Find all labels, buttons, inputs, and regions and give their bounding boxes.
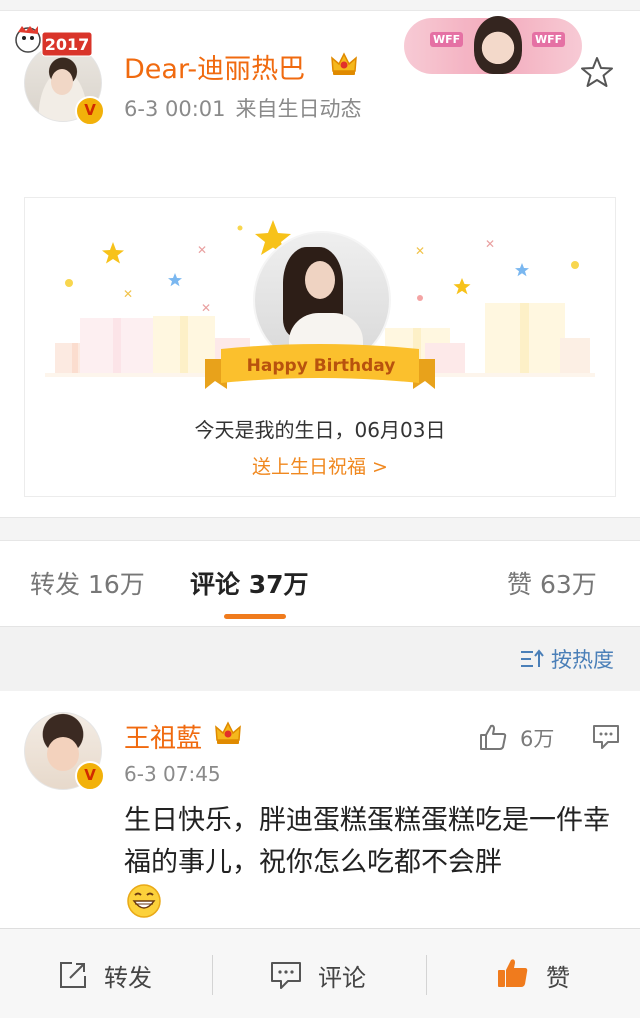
star-outline-icon[interactable] xyxy=(580,55,614,89)
tab-comment[interactable]: 评论 37万 xyxy=(190,565,309,601)
crown-vip-icon[interactable] xyxy=(214,720,242,746)
thumb-up-icon[interactable] xyxy=(478,722,508,752)
comment-bubble-icon[interactable] xyxy=(592,724,620,750)
like-button[interactable]: 赞 xyxy=(546,958,570,993)
fan-badge-portrait xyxy=(474,16,522,74)
svg-text:✕: ✕ xyxy=(201,301,211,315)
post-source: 来自生日动态 xyxy=(235,97,362,121)
comment-verified-badge: V xyxy=(75,761,105,791)
svg-text:✕: ✕ xyxy=(415,244,425,258)
fan-badge-label-left: WFF xyxy=(430,32,464,47)
fan-badge[interactable]: WFF WFF xyxy=(404,16,582,74)
birthday-card[interactable]: ✕ ✕ ✕ ✕ ✕ Happy Birthday 今天是我的生日，06月03日 … xyxy=(24,197,616,497)
top-divider xyxy=(0,0,640,11)
post-time: 6-3 00:01 xyxy=(124,97,226,121)
sort-by-heat-button[interactable]: 按热度 xyxy=(520,644,614,674)
year-badge-text: 2017 xyxy=(45,35,90,54)
thumb-up-icon[interactable] xyxy=(496,956,530,990)
bottom-divider xyxy=(426,955,427,995)
svg-text:✕: ✕ xyxy=(485,237,495,251)
comment-time: 6-3 07:45 xyxy=(124,762,221,786)
svg-text:✕: ✕ xyxy=(197,243,207,257)
verified-badge: V xyxy=(75,96,105,126)
svg-text:✕: ✕ xyxy=(123,287,133,301)
comment-text: 生日快乐，胖迪蛋糕蛋糕蛋糕吃是一件幸福的事儿，祝你怎么吃都不会胖 xyxy=(124,805,610,878)
tab-like[interactable]: 赞 63万 xyxy=(507,565,597,601)
ribbon-text: Happy Birthday xyxy=(246,356,396,376)
grin-emoji-icon xyxy=(127,884,161,918)
comment-bubble-icon[interactable] xyxy=(270,960,302,990)
year-badge-icon: 2017 xyxy=(15,26,93,57)
fan-badge-label-right: WFF xyxy=(532,32,566,47)
crown-vip-icon[interactable] xyxy=(330,51,358,77)
section-separator xyxy=(0,517,640,541)
sort-label: 按热度 xyxy=(551,648,614,672)
sort-icon xyxy=(521,649,545,667)
avatar-face xyxy=(51,69,73,95)
send-wishes-link[interactable]: 送上生日祝福 > xyxy=(25,452,615,479)
tab-repost[interactable]: 转发 16万 xyxy=(30,565,145,601)
comment-button[interactable]: 评论 xyxy=(318,958,366,993)
active-tab-indicator xyxy=(224,614,286,619)
comment-like-count: 6万 xyxy=(520,727,555,751)
comment-author-name[interactable]: 王祖藍 xyxy=(124,718,202,755)
repost-button[interactable]: 转发 xyxy=(104,958,152,993)
photo-face xyxy=(305,261,335,299)
post-author-name[interactable]: Dear-迪丽热巴 xyxy=(124,47,305,86)
avatar-face xyxy=(47,737,79,771)
birthday-message: 今天是我的生日，06月03日 xyxy=(194,418,446,442)
repost-icon[interactable] xyxy=(58,960,88,990)
bottom-divider xyxy=(212,955,213,995)
post-meta: 6-3 00:01 来自生日动态 xyxy=(124,93,362,123)
